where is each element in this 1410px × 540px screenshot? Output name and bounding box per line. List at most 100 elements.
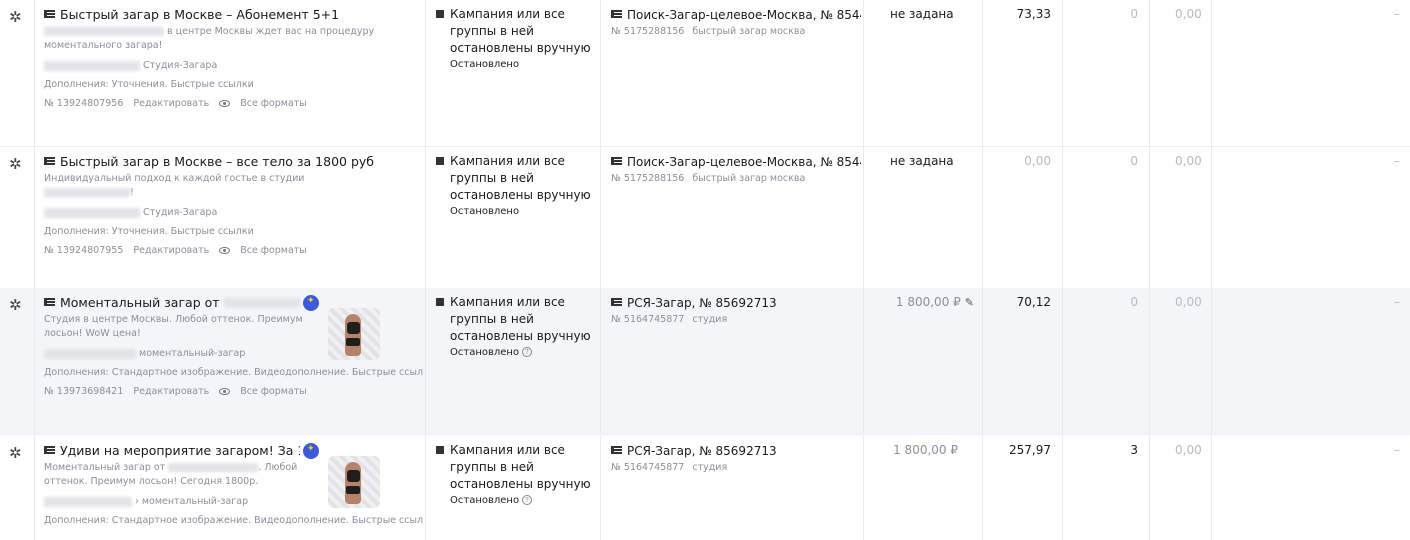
group-link[interactable]: РСЯ-Загар, № 85692713 <box>611 294 861 311</box>
ad-title[interactable]: Быстрый загар в Москве – Абонемент 5+1 <box>44 6 424 23</box>
formats-link[interactable]: Все форматы <box>219 98 317 109</box>
metric-2: 0 <box>1130 154 1138 168</box>
ad-cell: Моментальный загар от Студия в центре Мо… <box>44 294 424 397</box>
ad-text: в центре Москвы ждет вас на процедуру мо… <box>44 26 375 51</box>
ad-title[interactable]: Быстрый загар в Москве – все тело за 180… <box>44 153 424 170</box>
metric-1: 70,12 <box>1016 295 1051 309</box>
ad-extensions: Дополнения: Уточнения. Быстрые ссылки <box>44 226 254 237</box>
ad-title[interactable]: Удиви на мероприятие загаром! За 10 ми <box>44 442 319 459</box>
ad-list-icon <box>44 10 55 19</box>
blurred-text <box>44 496 132 507</box>
gear-icon[interactable]: ✲ <box>9 297 25 313</box>
ad-meta: № 13924807956 Редактировать Все форматы <box>44 98 424 109</box>
blurred-text <box>44 348 136 359</box>
group-link[interactable]: Поиск-Загар-целевое-Москва, № 854492 <box>611 153 861 170</box>
status-sub: Остановлено <box>450 206 520 217</box>
ad-meta: № 13973698421 Редактировать Все форматы <box>44 386 424 397</box>
table-row: ✲ Быстрый загар в Москве – Абонемент 5+1… <box>0 0 1410 147</box>
formats-link[interactable]: Все форматы <box>219 245 317 256</box>
status-text: Кампания или все группы в ней остановлен… <box>450 7 591 55</box>
bid-value: не задана <box>890 154 954 168</box>
question-icon[interactable]: ? <box>522 347 533 357</box>
status-cell: Кампания или все группы в ней остановлен… <box>436 6 596 70</box>
ad-display-url: Студия-Загара <box>44 59 424 73</box>
edit-link[interactable]: Редактировать <box>133 245 209 256</box>
metric-1: 73,33 <box>1016 7 1051 21</box>
edit-link[interactable]: Редактировать <box>133 98 209 109</box>
gear-icon[interactable]: ✲ <box>9 156 25 172</box>
edit-link[interactable]: Редактировать <box>133 386 209 397</box>
bid-value: 1 800,00 ₽ <box>893 443 958 457</box>
formats-link[interactable]: Все форматы <box>219 386 317 397</box>
status-text: Кампания или все группы в ней остановлен… <box>450 154 591 202</box>
ad-image-thumbnail[interactable] <box>328 456 380 508</box>
ad-text: Моментальный загар от . Любой оттенок. П… <box>44 462 298 487</box>
ad-text: Студия в центре Москвы. Любой оттенок. П… <box>44 314 303 339</box>
group-id: № 5164745877 <box>611 314 685 325</box>
ad-extensions: Дополнения: Стандартное изображение. Вид… <box>44 515 424 526</box>
question-icon[interactable]: ? <box>522 495 533 505</box>
ad-cell: Быстрый загар в Москве – все тело за 180… <box>44 153 424 256</box>
ads-table: ✲ Быстрый загар в Москве – Абонемент 5+1… <box>0 0 1410 540</box>
ad-list-icon <box>44 446 55 455</box>
group-link[interactable]: РСЯ-Загар, № 85692713 <box>611 442 861 459</box>
blurred-text <box>44 60 140 71</box>
group-cell: РСЯ-Загар, № 85692713 № 5164745877 студия <box>611 294 861 325</box>
ai-badge-icon <box>303 442 319 459</box>
group-cell: Поиск-Загар-целевое-Москва, № 854492 № 5… <box>611 6 861 37</box>
ad-cell: Быстрый загар в Москве – Абонемент 5+1 в… <box>44 6 424 109</box>
metric-3: 0,00 <box>1175 443 1202 457</box>
gear-icon[interactable]: ✲ <box>9 445 25 461</box>
ad-text: Индивидуальный подход к каждой гостье в … <box>44 173 305 198</box>
table-row: ✲ Моментальный загар от Студия в центре … <box>0 288 1410 435</box>
metric-2: 3 <box>1130 443 1138 457</box>
keyword: студия <box>692 462 728 473</box>
stopped-status-icon <box>436 298 444 306</box>
ad-id: № 13924807956 <box>44 98 124 109</box>
group-cell: РСЯ-Загар, № 85692713 № 5164745877 студия <box>611 442 861 473</box>
metric-3: 0,00 <box>1175 154 1202 168</box>
blurred-text <box>44 27 164 36</box>
bid-value: 1 800,00 ₽ ✎ <box>895 294 974 311</box>
metric-3: 0,00 <box>1175 295 1202 309</box>
eye-icon <box>219 388 231 395</box>
status-cell: Кампания или все группы в ней остановлен… <box>436 153 596 217</box>
metric-4: – <box>1394 295 1400 309</box>
blurred-text <box>44 207 140 218</box>
table-row: ✲ Удиви на мероприятие загаром! За 10 ми… <box>0 436 1410 540</box>
blurred-text <box>223 297 300 308</box>
group-id: № 5164745877 <box>611 462 685 473</box>
metric-4: – <box>1394 443 1400 457</box>
ad-meta: № 13924807955 Редактировать Все форматы <box>44 245 424 256</box>
eye-icon <box>219 100 231 107</box>
keyword: студия <box>692 314 728 325</box>
table-row: ✲ Быстрый загар в Москве – все тело за 1… <box>0 147 1410 294</box>
ad-display-url: Студия-Загара <box>44 206 424 220</box>
metric-2: 0 <box>1130 7 1138 21</box>
blurred-text <box>168 463 259 472</box>
group-link[interactable]: Поиск-Загар-целевое-Москва, № 854492 <box>611 6 861 23</box>
status-sub: Остановлено <box>450 59 520 70</box>
pencil-icon[interactable]: ✎ <box>965 294 974 311</box>
ad-cell: Удиви на мероприятие загаром! За 10 ми М… <box>44 442 424 526</box>
ad-id: № 13973698421 <box>44 386 124 397</box>
status-cell: Кампания или все группы в ней остановлен… <box>436 294 596 358</box>
ad-list-icon <box>44 298 55 307</box>
blurred-text <box>44 188 130 197</box>
ad-list-icon <box>44 157 55 166</box>
bid-value: не задана <box>890 7 954 21</box>
keyword: быстрый загар москва <box>692 26 806 37</box>
ad-id: № 13924807955 <box>44 245 124 256</box>
ai-badge-icon <box>303 294 319 311</box>
ad-extensions: Дополнения: Уточнения. Быстрые ссылки <box>44 79 254 90</box>
group-list-icon <box>611 446 622 455</box>
group-list-icon <box>611 157 622 166</box>
ad-image-thumbnail[interactable] <box>328 308 380 360</box>
metric-1: 257,97 <box>1009 443 1051 457</box>
status-cell: Кампания или все группы в ней остановлен… <box>436 442 596 506</box>
metric-1: 0,00 <box>1024 154 1051 168</box>
metric-4: – <box>1394 154 1400 168</box>
ad-title[interactable]: Моментальный загар от <box>44 294 319 311</box>
keyword: быстрый загар москва <box>692 173 806 184</box>
gear-icon[interactable]: ✲ <box>9 9 25 25</box>
